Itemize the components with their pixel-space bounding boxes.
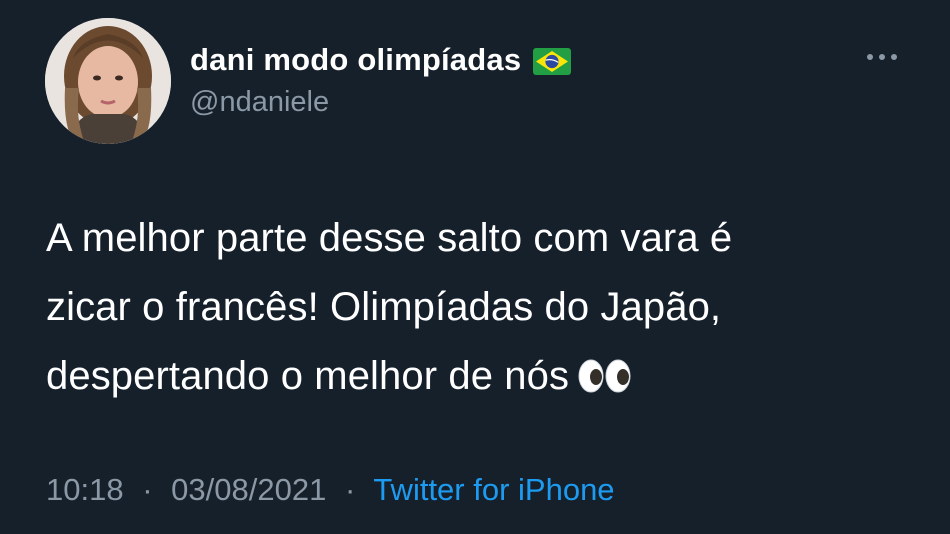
tweet-meta: 10:18 · 03/08/2021 · Twitter for iPhone <box>46 472 615 508</box>
author-handle[interactable]: @ndaniele <box>190 86 329 119</box>
author-name-row[interactable]: dani modo olimpíadas <box>190 38 572 82</box>
display-name[interactable]: dani modo olimpíadas <box>190 42 521 78</box>
tweet-text-line: despertando o melhor de nós <box>46 354 570 398</box>
tweet-time[interactable]: 10:18 <box>46 472 124 507</box>
tweet-text-line-last: despertando o melhor de nós <box>46 342 916 411</box>
meta-separator: · <box>344 472 356 507</box>
profile-photo-icon <box>45 18 171 144</box>
tweet-text: A melhor parte desse salto com vara é zi… <box>46 204 916 411</box>
avatar[interactable] <box>45 18 171 144</box>
tweet-text-line: A melhor parte desse salto com vara é <box>46 216 733 260</box>
tweet-text-line: zicar o francês! Olimpíadas do Japão, <box>46 285 722 329</box>
tweet-card: dani modo olimpíadas @ndaniele A melhor … <box>0 0 950 534</box>
eyes-emoji-icon <box>577 346 633 393</box>
tweet-source-link[interactable]: Twitter for iPhone <box>373 472 614 507</box>
more-horizontal-icon[interactable] <box>862 46 902 68</box>
brazil-flag-icon <box>533 47 572 75</box>
meta-separator: · <box>142 472 153 507</box>
tweet-date[interactable]: 03/08/2021 <box>171 472 326 507</box>
